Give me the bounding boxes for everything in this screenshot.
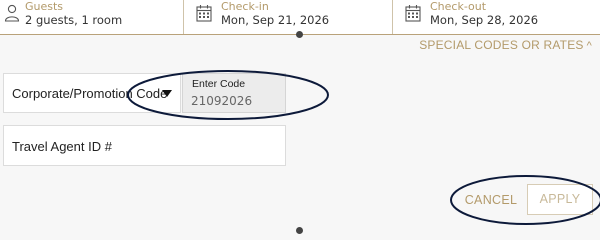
- checkout-date-picker[interactable]: Check-out Mon, Sep 28, 2026: [392, 0, 600, 34]
- enter-code-input[interactable]: [191, 93, 279, 109]
- enter-code-field[interactable]: Enter Code: [182, 73, 286, 113]
- checkout-label: Check-out: [430, 0, 487, 13]
- enter-code-label: Enter Code: [192, 78, 246, 90]
- special-codes-toggle[interactable]: SPECIAL CODES OR RATES ^: [419, 38, 592, 52]
- guests-selector[interactable]: Guests 2 guests, 1 room: [0, 0, 182, 34]
- checkin-value: Mon, Sep 21, 2026: [221, 13, 330, 27]
- guests-value: 2 guests, 1 room: [25, 13, 123, 27]
- booking-summary-bar: Guests 2 guests, 1 room Check-in Mon, Se…: [0, 0, 600, 35]
- checkout-value: Mon, Sep 28, 2026: [430, 13, 539, 27]
- chevron-up-icon: ^: [586, 40, 592, 52]
- checkin-date-picker[interactable]: Check-in Mon, Sep 21, 2026: [183, 0, 392, 34]
- calendar-icon: [405, 5, 421, 22]
- dropdown-arrow-icon: [162, 90, 172, 97]
- guests-label: Guests: [25, 0, 64, 13]
- code-type-select[interactable]: Corporate/Promotion Code: [3, 73, 181, 113]
- travel-agent-input[interactable]: [12, 137, 272, 155]
- apply-button[interactable]: APPLY: [527, 184, 593, 215]
- travel-agent-field[interactable]: [3, 125, 286, 166]
- divider-dot: [296, 31, 303, 38]
- cancel-button[interactable]: CANCEL: [462, 186, 520, 214]
- checkin-label: Check-in: [221, 0, 269, 13]
- special-codes-label: SPECIAL CODES OR RATES: [419, 38, 584, 52]
- calendar-icon: [196, 5, 212, 22]
- person-icon: [4, 4, 20, 22]
- divider-dot: [296, 227, 303, 234]
- code-type-value: Corporate/Promotion Code: [12, 86, 168, 101]
